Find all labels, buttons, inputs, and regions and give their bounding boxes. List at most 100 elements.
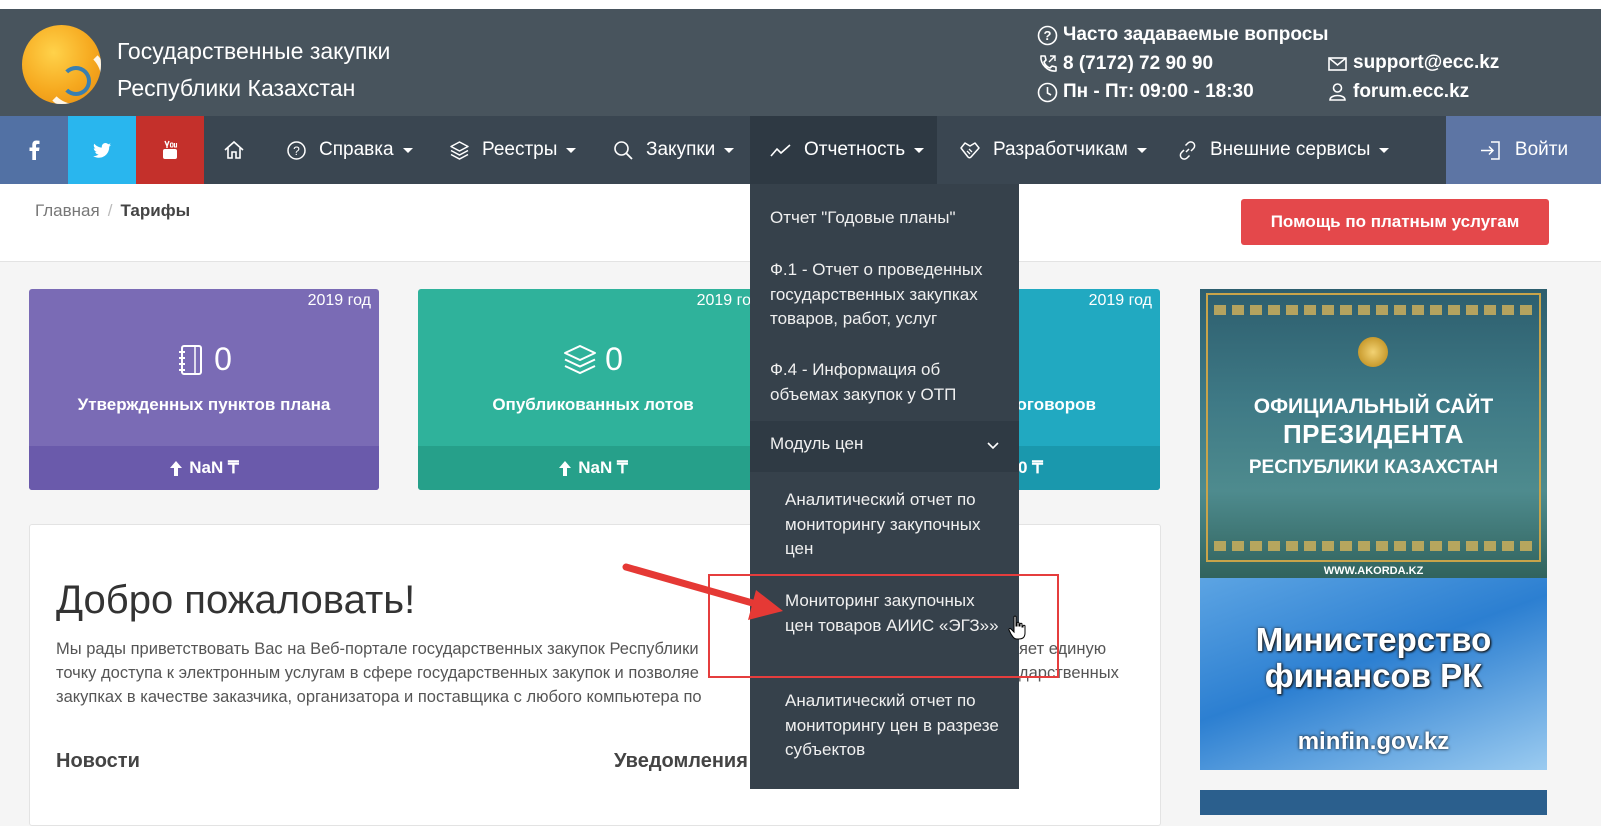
chevron-down-icon (914, 147, 925, 153)
chevron-down-icon (987, 442, 999, 450)
twitter-icon (93, 142, 111, 158)
card-value-row: 0 (418, 341, 768, 378)
nav-registries-label: Реестры (482, 139, 558, 160)
minfin-banner[interactable]: Министерство финансов РК minfin.gov.kz (1200, 578, 1547, 770)
faq-link[interactable]: ? Часто задаваемые вопросы (1037, 21, 1329, 50)
facebook-button[interactable] (0, 116, 68, 184)
welcome-line-2-left: точку доступа к электронным услугам в сф… (56, 664, 699, 682)
nav-developers-label: Разработчикам (993, 139, 1128, 160)
card-footer-value: NaN ₸ (578, 458, 628, 477)
site-title[interactable]: Государственные закупки Республики Казах… (117, 33, 390, 107)
facebook-icon (29, 140, 40, 160)
chevron-down-icon (566, 147, 577, 153)
notebook-icon (179, 344, 203, 375)
arrow-up-icon (559, 460, 572, 476)
link-icon (1179, 140, 1196, 160)
banner-ornament-bottom (1214, 541, 1533, 551)
notifications-heading[interactable]: Уведомления (614, 750, 748, 773)
reports-dropdown-menu: Отчет "Годовые планы" Ф.1 - Отчет о пров… (750, 184, 1019, 789)
logo-ornament-inner (61, 66, 91, 96)
chevron-down-icon (402, 147, 413, 153)
nav-purchases-label: Закупки (646, 139, 716, 160)
card-footer: NaN ₸ (29, 446, 379, 490)
arrow-up-icon (170, 460, 183, 476)
highlight-box (708, 574, 1059, 678)
twitter-button[interactable] (68, 116, 136, 184)
banner-line2: ПРЕЗИДЕНТА (1282, 419, 1464, 449)
nav-home[interactable] (223, 116, 257, 184)
login-button[interactable]: Войти (1446, 116, 1601, 184)
paid-services-help-button[interactable]: Помощь по платным услугам (1241, 199, 1549, 245)
welcome-line-1-left: Мы рады приветствовать Вас на Веб-портал… (56, 640, 699, 658)
svg-text:?: ? (1044, 28, 1052, 43)
nav-reports-label: Отчетность (804, 139, 906, 160)
phone-icon (1040, 55, 1057, 73)
breadcrumb-current: Тарифы (120, 201, 191, 220)
menu-group-label: Модуль цен (770, 434, 864, 453)
stat-card-plan-items[interactable]: 2019 год 0 Утвержденных пунктов плана Na… (29, 289, 379, 490)
card-label: Утвержденных пунктов плана (77, 395, 331, 414)
card-value-row: 0 (29, 341, 379, 378)
card-footer-value: NaN ₸ (189, 458, 239, 477)
login-label: Войти (1514, 139, 1569, 160)
card-year: 2019 год (1088, 292, 1152, 309)
third-banner[interactable] (1200, 790, 1547, 815)
banner-url: minfin.gov.kz (1297, 728, 1450, 755)
menu-item-f4-report[interactable]: Ф.4 - Информация об объемах закупок у ОТ… (770, 358, 1005, 407)
president-site-banner[interactable]: ОФИЦИАЛЬНЫЙ САЙТ ПРЕЗИДЕНТА РЕСПУБЛИКИ К… (1200, 289, 1547, 578)
site-logo[interactable] (22, 25, 101, 104)
news-heading[interactable]: Новости (56, 750, 140, 773)
email-link[interactable]: support@ecc.kz (1327, 49, 1499, 78)
breadcrumb: Главная / Тарифы (35, 201, 190, 221)
nav-help[interactable]: ? Справка (286, 116, 413, 184)
menu-item-f1-report[interactable]: Ф.1 - Отчет о проведенных государственны… (770, 258, 1005, 332)
clock-icon (1037, 82, 1058, 103)
youtube-button[interactable] (136, 116, 204, 184)
layers-icon (450, 140, 469, 160)
youtube-icon (163, 140, 178, 159)
card-label: Опубликованных лотов (492, 395, 694, 414)
menu-item-annual-plans[interactable]: Отчет "Годовые планы" (770, 206, 1005, 231)
chevron-down-icon (724, 147, 735, 153)
breadcrumb-home[interactable]: Главная (35, 201, 100, 220)
question-circle-icon: ? (287, 140, 306, 160)
banner-title: Министерство финансов РК (1200, 622, 1547, 694)
menu-subitem-analytic-price-report[interactable]: Аналитический отчет по мониторингу закуп… (785, 488, 1000, 562)
hand-cursor-icon (1008, 615, 1026, 640)
site-title-line1: Государственные закупки (117, 38, 391, 64)
emblem-icon (1358, 337, 1388, 367)
svg-text:?: ? (293, 144, 300, 158)
home-icon (224, 140, 244, 159)
handshake-icon (960, 142, 980, 159)
banner-ornament-top (1214, 305, 1533, 315)
forum-link[interactable]: forum.ecc.kz (1327, 78, 1499, 107)
card-footer: NaN ₸ (418, 446, 768, 490)
card-label: оговоров (1016, 395, 1096, 414)
menu-subitem-subject-price-report[interactable]: Аналитический отчет по мониторингу цен в… (785, 689, 1000, 763)
nav-reports[interactable]: Отчетность (750, 116, 937, 184)
banner-line1: ОФИЦИАЛЬНЫЙ САЙТ (1253, 395, 1494, 418)
question-circle-icon: ? (1037, 25, 1058, 46)
stat-card-published-lots[interactable]: 2019 год 0 Опубликованных лотов NaN ₸ (418, 289, 768, 490)
banner-line3: РЕСПУБЛИКИ КАЗАХСТАН (1248, 457, 1499, 478)
nav-purchases[interactable]: Закупки (613, 116, 735, 184)
working-hours: Пн - Пт: 09:00 - 18:30 (1063, 81, 1254, 102)
support-email: support@ecc.kz (1353, 52, 1500, 73)
nav-registries[interactable]: Реестры (449, 116, 577, 184)
nav-external-services-label: Внешние сервисы (1210, 139, 1371, 160)
card-footer-value: 0 ₸ (1018, 458, 1043, 477)
site-header: Государственные закупки Республики Казах… (0, 9, 1601, 116)
nav-external-services[interactable]: Внешние сервисы (1177, 116, 1390, 184)
nav-developers[interactable]: Разработчикам (959, 116, 1147, 184)
user-icon (1329, 83, 1346, 102)
envelope-icon (1328, 56, 1347, 71)
chevron-down-icon (1136, 147, 1147, 153)
card-year: 2019 год (307, 292, 371, 309)
top-strip (0, 0, 1601, 9)
hours-line: Пн - Пт: 09:00 - 18:30 (1037, 78, 1329, 107)
phone-line[interactable]: 8 (7172) 72 90 90 (1037, 50, 1329, 79)
faq-label: Часто задаваемые вопросы (1063, 24, 1329, 45)
menu-group-price-module[interactable]: Модуль цен (750, 421, 1019, 472)
chevron-down-icon (1379, 147, 1390, 153)
sign-in-icon (1480, 140, 1500, 160)
